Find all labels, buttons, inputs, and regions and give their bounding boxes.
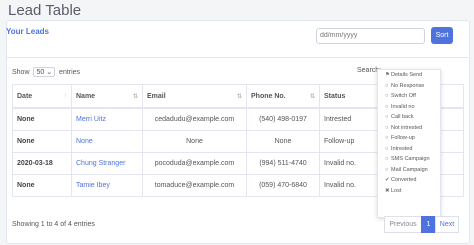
cell-name[interactable]: Chung Stranger — [71, 152, 143, 175]
chevron-down-icon: ⌄ — [46, 69, 53, 76]
lead-name-link[interactable]: Chung Stranger — [76, 160, 125, 167]
cell-email: None — [142, 130, 247, 153]
column-header-date[interactable]: Date ↑ — [12, 84, 72, 109]
cell-name[interactable]: Tamie Ibey — [71, 174, 143, 197]
menu-item-follow-up[interactable]: ○ Follow-up — [378, 133, 440, 144]
card-header-title: Your Leads — [6, 27, 49, 36]
cell-email: pocoduda@example.com — [142, 152, 247, 175]
lead-name-link[interactable]: Merri Uitz — [76, 116, 106, 123]
cell-name[interactable]: Merri Uitz — [71, 107, 143, 131]
cell-date: None — [12, 174, 72, 197]
pagination-next[interactable]: Next — [435, 216, 459, 233]
entries-select-value: 50 — [36, 69, 45, 76]
menu-item-label: Invalid no — [391, 103, 415, 110]
menu-item-label: Lost — [391, 187, 402, 194]
menu-item-label: Not intrested — [391, 124, 423, 131]
entries-select[interactable]: 50 ⌄ — [33, 67, 56, 77]
menu-item-label: Converted — [391, 177, 417, 183]
sort-arrows-icon: ⇅ — [132, 93, 138, 100]
menu-item-intrested[interactable]: ○ Intrested — [378, 144, 440, 155]
cell-date: None — [12, 107, 72, 131]
menu-item-label: Mail Campaign — [391, 166, 428, 173]
menu-item-call-back[interactable]: ○ Call back — [378, 112, 440, 123]
show-label: Show — [12, 69, 30, 76]
cell-phone: (994) 511-4740 — [246, 152, 320, 175]
column-header-label: Status — [324, 92, 346, 100]
column-header-label: Name — [76, 92, 96, 100]
sort-button[interactable]: Sort — [431, 27, 453, 44]
column-header-label: Date — [17, 92, 33, 100]
status-dropdown-menu: ⚑Details Send ○ No Response ○ Switch Off ○… — [377, 69, 441, 218]
menu-item-converted[interactable]: ✔Converted — [378, 175, 440, 186]
entries-label: entries — [59, 69, 81, 76]
menu-item-lost[interactable]: ✖Lost — [378, 186, 440, 197]
menu-item-label: Follow-up — [391, 135, 415, 141]
menu-item-invalid-no[interactable]: ○ Invalid no — [378, 102, 440, 113]
cell-phone: None — [246, 130, 320, 153]
lead-name-link[interactable]: Tamie Ibey — [76, 182, 110, 189]
menu-item-not-intrested[interactable]: ○ Not intrested — [378, 123, 440, 134]
column-header-phone[interactable]: Phone No. ⇅ — [246, 84, 320, 109]
show-entries: Show 50 ⌄ entries — [12, 67, 80, 77]
lead-name-link[interactable]: None — [76, 138, 93, 145]
cell-date: 2020-03-18 — [12, 152, 72, 175]
menu-item-mail-campaign[interactable]: ○ Mail Campaign — [378, 165, 440, 176]
date-filter-input[interactable] — [316, 28, 425, 44]
cell-email: cedadudu@example.com — [142, 107, 247, 131]
menu-item-label: Switch Off — [391, 93, 416, 99]
page-title: Lead Table — [8, 2, 82, 19]
menu-item-sms-campaign[interactable]: ○ SMS Campaign — [378, 154, 440, 165]
menu-item-label: No Response — [391, 82, 425, 89]
sort-arrow-icon: ↑ — [64, 92, 67, 99]
menu-item-switch-off[interactable]: ○ Switch Off — [378, 91, 440, 102]
column-header-label: Phone No. — [251, 92, 286, 100]
menu-item-label: Call back — [391, 114, 414, 120]
column-header-email[interactable]: Email ⇅ — [142, 84, 247, 109]
cell-name[interactable]: None — [71, 130, 143, 153]
column-header-name[interactable]: Name ⇅ — [71, 84, 143, 109]
menu-item-details-send[interactable]: ⚑Details Send — [378, 70, 440, 81]
column-header-label: Email — [147, 92, 166, 100]
cell-date: None — [12, 130, 72, 153]
menu-item-no-response[interactable]: ○ No Response — [378, 81, 440, 92]
pagination-page-1[interactable]: 1 — [421, 216, 436, 233]
sort-arrows-icon: ⇅ — [236, 93, 242, 100]
sort-arrows-icon: ⇅ — [309, 93, 315, 100]
cell-email: tomaduce@example.com — [142, 174, 247, 197]
menu-item-label: Intrested — [391, 145, 413, 152]
header-divider — [6, 57, 468, 58]
menu-item-label: Details Send — [391, 72, 423, 78]
cell-phone: (540) 498-0197 — [246, 107, 320, 131]
cell-phone: (059) 470-6840 — [246, 174, 320, 197]
menu-item-label: SMS Campaign — [391, 156, 430, 162]
pagination-previous[interactable]: Previous — [384, 216, 422, 233]
entries-info: Showing 1 to 4 of 4 entries — [12, 221, 95, 228]
